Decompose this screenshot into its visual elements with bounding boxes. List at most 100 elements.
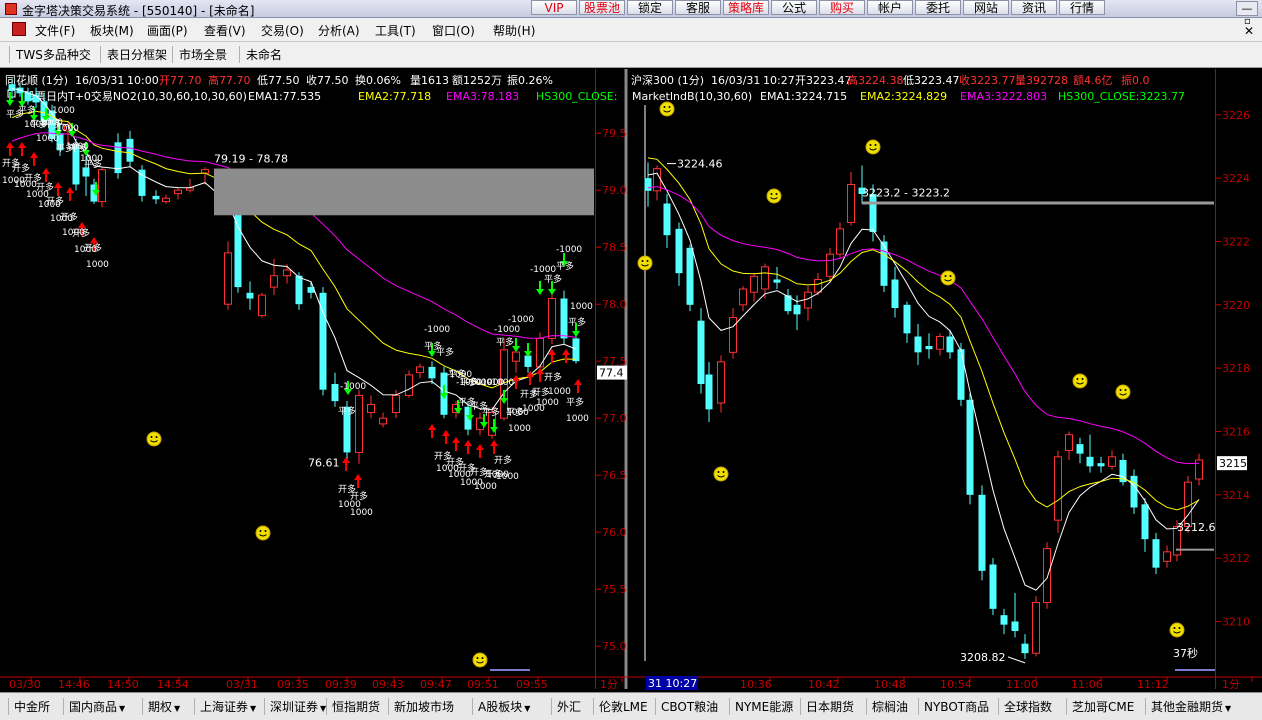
menu-item[interactable]: 分析(A) xyxy=(318,22,360,39)
candle-body xyxy=(246,292,254,299)
quick-button[interactable]: 公式 xyxy=(771,0,817,15)
market-tab[interactable]: 芝加哥CME xyxy=(1066,698,1134,715)
candle-body xyxy=(174,189,182,195)
layout-tab[interactable]: 未命名 xyxy=(239,46,282,63)
market-tab[interactable]: 新加坡市场 xyxy=(388,698,454,715)
right-indicator-field: EMA3:3222.803 xyxy=(960,90,1047,103)
smiley-eye xyxy=(155,436,158,438)
right-indicator-field: EMA2:3224.829 xyxy=(860,90,947,103)
candle-body xyxy=(367,404,375,413)
market-tab[interactable]: 伦敦LME xyxy=(593,698,648,715)
quick-button[interactable]: 帐户 xyxy=(867,0,913,15)
candle-body xyxy=(1076,444,1084,454)
menu-item[interactable]: 查看(V) xyxy=(204,22,246,39)
market-tab[interactable]: NYBOT商品 xyxy=(918,698,989,715)
smiley-eye xyxy=(1178,627,1181,629)
left-indicator-field: EMA3:78.183 xyxy=(446,90,519,103)
smiley-icon xyxy=(713,466,729,482)
market-tab[interactable]: 日本期货 xyxy=(800,698,854,715)
signal-label: 平多 xyxy=(496,336,514,348)
smiley-eye xyxy=(150,436,153,438)
market-tab[interactable]: A股板块 ▼ xyxy=(472,698,530,715)
right-header-field: 开3223.47 xyxy=(795,74,852,87)
smiley-icon xyxy=(865,139,881,155)
market-tab[interactable]: 棕榈油 xyxy=(866,698,908,715)
left-candles xyxy=(8,78,580,464)
left-time-label: 09:55 xyxy=(516,678,548,691)
candle-body xyxy=(428,366,436,379)
dropdown-arrow-icon: ▼ xyxy=(1225,704,1232,713)
quick-button[interactable]: VIP xyxy=(531,0,577,15)
signal-label: 1000 xyxy=(24,120,47,130)
candle-body xyxy=(512,351,520,362)
candle-body xyxy=(644,178,652,191)
candle-body xyxy=(524,355,532,367)
quick-button[interactable]: 锁定 xyxy=(627,0,673,15)
market-tab[interactable]: 国内商品 ▼ xyxy=(63,698,125,715)
quick-button[interactable]: 行情 xyxy=(1059,0,1105,15)
left-header-field: 低77.50 xyxy=(257,74,300,87)
candle-body xyxy=(761,266,769,290)
market-tab[interactable]: 全球指数 xyxy=(998,698,1052,715)
layout-tab[interactable]: 市场全景 xyxy=(172,46,227,63)
buy-arrow xyxy=(464,440,472,454)
smiley-eye xyxy=(1173,627,1176,629)
candle-body xyxy=(1108,456,1116,467)
market-tab[interactable]: 中金所 xyxy=(8,698,50,715)
market-tab[interactable]: CBOT粮油 xyxy=(655,698,718,715)
minimize-button[interactable]: — xyxy=(1236,1,1258,16)
menu-item[interactable]: 画面(P) xyxy=(147,22,188,39)
quick-button[interactable]: 股票池 xyxy=(579,0,625,15)
buy-arrow xyxy=(30,152,38,166)
candle-body xyxy=(966,399,974,495)
window-title: 金字塔决策交易系统 - [550140] - [未命名] xyxy=(22,4,255,18)
candle-body xyxy=(773,279,781,283)
market-tab[interactable]: 恒指期货 xyxy=(326,698,380,715)
left-price-axis-label: 76.5 xyxy=(602,469,627,482)
signal-label: 1000 xyxy=(80,154,103,164)
layout-tab[interactable]: TWS多品种交 xyxy=(9,46,91,63)
smiley-eye xyxy=(949,275,952,277)
signal-label: 1000 xyxy=(52,106,75,116)
candle-body xyxy=(1021,643,1029,654)
menu-item[interactable]: 文件(F) xyxy=(35,22,75,39)
smiley-eye xyxy=(770,193,773,195)
signal-label: -1000 xyxy=(424,325,450,335)
low-marker xyxy=(1007,656,1026,664)
dropdown-arrow-icon: ▼ xyxy=(174,704,181,713)
candle-body xyxy=(1032,602,1040,654)
menu-item[interactable]: 板块(M) xyxy=(90,22,134,39)
quick-button[interactable]: 网站 xyxy=(963,0,1009,15)
market-tab-label: 芝加哥CME xyxy=(1072,700,1135,714)
menu-item[interactable]: 窗口(O) xyxy=(432,22,475,39)
dropdown-arrow-icon: ▼ xyxy=(119,704,126,713)
market-tab-label: 伦敦LME xyxy=(599,700,648,714)
quick-button[interactable]: 策略库 xyxy=(723,0,769,15)
smiley-eye xyxy=(722,471,725,473)
smiley-eye xyxy=(476,657,479,659)
market-tab[interactable]: 上海证券 ▼ xyxy=(194,698,256,715)
close-icon[interactable]: ✕ xyxy=(1244,24,1254,38)
market-tab[interactable]: 其他金融期货 ▼ xyxy=(1145,698,1231,715)
signal-label: 开多 xyxy=(494,454,512,466)
signal-label: 平多 xyxy=(556,260,574,272)
quick-button[interactable]: 委托 xyxy=(915,0,961,15)
market-tab[interactable]: 期权 ▼ xyxy=(142,698,180,715)
market-tab[interactable]: NYME能源 xyxy=(729,698,793,715)
menu-item[interactable]: 帮助(H) xyxy=(493,22,535,39)
left-time-label: 09:51 xyxy=(467,678,499,691)
buy-arrow xyxy=(476,444,484,458)
quick-button[interactable]: 购买 xyxy=(819,0,865,15)
candle-body xyxy=(717,361,725,404)
signal-label: 1000 xyxy=(14,180,37,190)
menu-item[interactable]: 交易(O) xyxy=(261,22,304,39)
menu-item[interactable]: 工具(T) xyxy=(375,22,416,39)
quick-button[interactable]: 客服 xyxy=(675,0,721,15)
scroll-indicator xyxy=(1175,669,1215,671)
candle-body xyxy=(1054,456,1062,521)
layout-tab[interactable]: 表日分框架 xyxy=(100,46,167,63)
market-tab[interactable]: 深圳证券 ▼ xyxy=(264,698,326,715)
candle-body xyxy=(869,194,877,232)
quick-button[interactable]: 资讯 xyxy=(1011,0,1057,15)
market-tab[interactable]: 外汇 xyxy=(551,698,581,715)
